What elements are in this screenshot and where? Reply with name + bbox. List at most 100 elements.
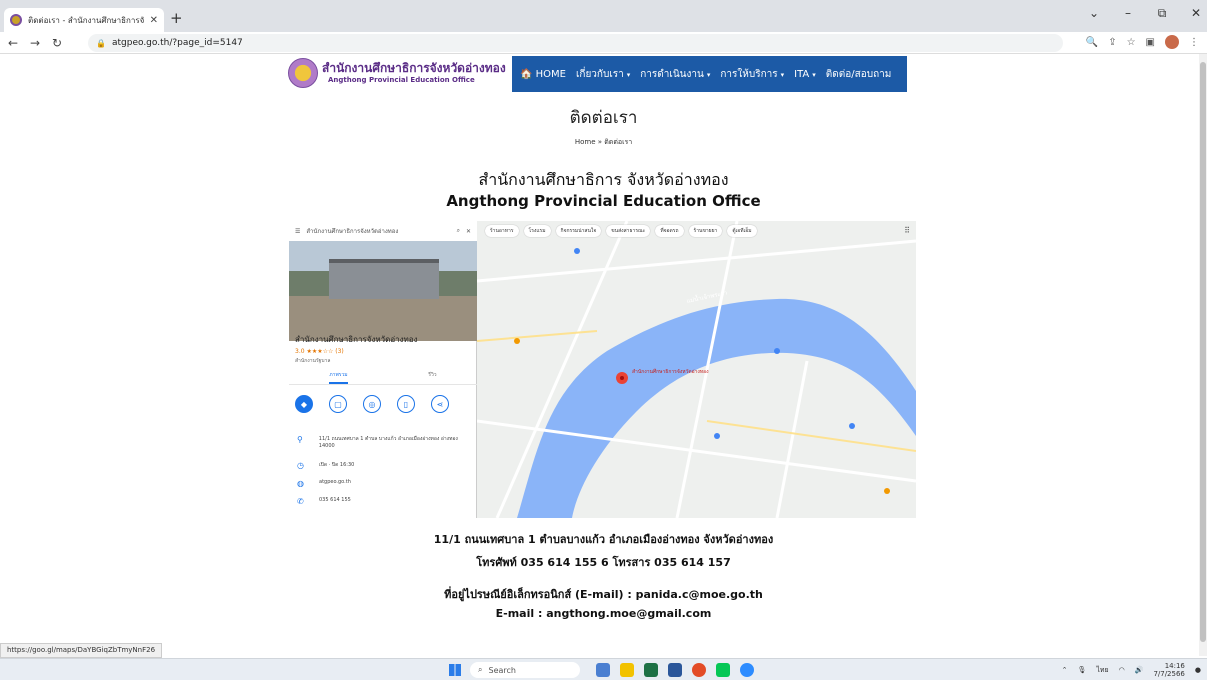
close-tab-icon[interactable]: ✕ [150,15,158,26]
embedded-map[interactable]: สำนักงานศึกษาธิการจังหวัดอ่างทอง แม่น้ำเ… [289,221,916,518]
profile-avatar[interactable] [1165,35,1179,49]
site-header: สำนักงานศึกษาธิการจังหวัดอ่างทอง Angthon… [284,56,924,92]
place-panel: ☰ สำนักงานศึกษาธิการจังหวัดอ่างทอง ⌕ ✕ ส… [289,221,477,518]
menu-item-1[interactable]: เกี่ยวกับเรา ▾ [576,67,630,82]
tab-search-icon[interactable]: ⌄ [1087,6,1101,21]
address-bar[interactable]: 🔒 atgpeo.go.th/?page_id=5147 [88,34,1063,52]
map-chip[interactable]: ตู้เอทีเอ็ม [727,225,757,237]
place-website: atgpeo.go.th [319,479,351,485]
place-rating[interactable]: 3.0 ★★★☆☆ (3) [295,348,344,355]
place-name: สำนักงานศึกษาธิการจังหวัดอ่างทอง [295,335,418,344]
minimize-button[interactable]: – [1121,6,1135,21]
logo-emblem-icon[interactable] [288,58,318,88]
toolbar-actions: 🔍 ⇪ ☆ ▣ ⋮ [1086,35,1199,49]
chrome-icon[interactable] [692,663,706,677]
new-tab-button[interactable]: + [170,9,183,27]
map-chip[interactable]: โรงแรม [523,225,551,237]
caret-down-icon: ▾ [706,70,711,79]
volume-icon[interactable]: 🔊 [1135,666,1144,674]
menu-item-label: การให้บริการ [720,68,778,80]
line-icon[interactable] [716,663,730,677]
lock-icon[interactable]: 🔒 [96,39,106,48]
taskbar-search-label: Search [488,665,516,675]
menu-item-3[interactable]: การให้บริการ ▾ [720,67,784,82]
menu-item-label: ติดต่อ/สอบถาม [825,68,892,80]
place-category: สำนักงานรัฐบาล [295,358,331,364]
word-icon[interactable] [668,663,682,677]
place-hours: เปิด · ปิด 16:30 [319,462,355,468]
map-chip[interactable]: ร้านอาหาร [485,225,519,237]
save-icon[interactable]: ▢ [329,395,347,413]
microphone-icon[interactable]: 🎙 [1077,666,1086,674]
building-image [329,259,439,299]
directions-icon[interactable]: ◆ [295,395,313,413]
zoom-icon[interactable]: 🔍 [1086,37,1098,48]
search-icon[interactable]: ⌕ [457,227,460,235]
clock[interactable]: 14:16 7/7/2566 [1153,662,1184,678]
place-address-row[interactable]: ⚲ 11/1 ถนนเทศบาล 1 ตำบล บางแก้ว อำเภอเมื… [297,435,472,449]
app-icon[interactable] [596,663,610,677]
browser-tab[interactable]: ติดต่อเรา - สำนักงานศึกษาธิการจังหวัดอ่า… [4,8,164,32]
tab-overview[interactable]: ภาพรวม [329,371,348,384]
zoom-app-icon[interactable] [740,663,754,677]
place-hours-row[interactable]: ◷ เปิด · ปิด 16:30 [297,461,472,470]
place-phone: 035 614 155 [319,497,351,503]
windows-start-icon[interactable] [449,664,461,676]
search-icon: ⌕ [478,665,483,674]
menu-item-4[interactable]: ITA ▾ [794,69,816,80]
excel-icon[interactable] [644,663,658,677]
menu-item-2[interactable]: การดำเนินงาน ▾ [640,67,710,82]
place-photo[interactable] [289,241,477,341]
map-chip[interactable]: กิจกรรมน่าสนใจ [555,225,602,237]
tab-strip: ติดต่อเรา - สำนักงานศึกษาธิการจังหวัดอ่า… [0,0,1207,32]
place-actions: ◆ ▢ ◎ ▯ ⋖ [295,395,449,413]
file-explorer-icon[interactable] [620,663,634,677]
apps-grid-icon[interactable]: ⠿ [904,226,910,235]
link-status-bar: https://goo.gl/maps/DaYBGiqZbTmyNnF26 [0,643,163,658]
input-language[interactable]: ไทย [1096,665,1108,676]
tab-reviews[interactable]: รีวิว [428,371,436,384]
send-to-phone-icon[interactable]: ▯ [397,395,415,413]
caret-down-icon: ▾ [812,70,816,79]
menu-item-label: การดำเนินงาน [640,68,704,80]
tray-chevron-icon[interactable]: ⌃ [1062,666,1068,674]
clock-time: 14:16 [1164,662,1185,670]
map-chip[interactable]: ร้านขายยา [688,225,723,237]
notification-icon[interactable]: ● [1195,666,1201,674]
share-icon[interactable]: ⇪ [1108,37,1116,48]
wifi-icon[interactable]: ◠ [1119,666,1125,674]
sidepanel-icon[interactable]: ▣ [1146,37,1155,48]
place-website-row[interactable]: ◍ atgpeo.go.th [297,479,472,488]
menu-item-5[interactable]: ติดต่อ/สอบถาม [826,67,892,82]
main-menu: 🏠 HOME เกี่ยวกับเรา ▾ การดำเนินงาน ▾ การให้บร… [512,56,907,92]
contact-email-line: ที่อยู่ไปรษณีย์อิเล็กทรอนิกส์ (E-mail) :… [444,588,763,601]
map-canvas[interactable]: สำนักงานศึกษาธิการจังหวัดอ่างทอง แม่น้ำเ… [477,221,916,518]
menu-item-0[interactable]: 🏠 HOME [520,69,566,80]
clock-icon: ◷ [297,461,304,470]
forward-icon[interactable]: → [26,36,44,50]
map-chip[interactable]: ที่จอดรถ [655,225,684,237]
map-search-text: สำนักงานศึกษาธิการจังหวัดอ่างทอง [306,228,399,235]
browser-toolbar: ← → ↻ 🔒 atgpeo.go.th/?page_id=5147 🔍 ⇪ ☆… [0,32,1207,54]
restore-button[interactable]: ⧉ [1155,6,1169,21]
close-window-button[interactable]: ✕ [1189,6,1203,21]
share-place-icon[interactable]: ⋖ [431,395,449,413]
map-search-box[interactable]: ☰ สำนักงานศึกษาธิการจังหวัดอ่างทอง ⌕ ✕ [289,221,477,241]
place-phone-row[interactable]: ✆ 035 614 155 [297,497,472,506]
back-icon[interactable]: ← [4,36,22,50]
caret-down-icon: ▾ [780,70,785,79]
contact-address: 11/1 ถนนเทศบาล 1 ตำบลบางแก้ว อำเภอเมืองอ… [433,533,774,546]
clock-date: 7/7/2566 [1153,670,1185,678]
bookmark-star-icon[interactable]: ☆ [1127,37,1136,48]
menu-kebab-icon[interactable]: ⋮ [1189,37,1199,48]
location-pin-icon: ⚲ [297,435,303,444]
nearby-icon[interactable]: ◎ [363,395,381,413]
taskbar-search[interactable]: ⌕ Search [470,662,580,678]
hamburger-icon[interactable]: ☰ [295,228,300,235]
reload-icon[interactable]: ↻ [48,36,66,50]
close-icon[interactable]: ✕ [466,228,471,235]
taskbar-apps [596,663,754,677]
globe-icon: ◍ [297,479,304,488]
map-chip[interactable]: ขนส่งสาธารณะ [606,225,651,237]
logo-title-en[interactable]: Angthong Provincial Education Office [328,76,475,84]
